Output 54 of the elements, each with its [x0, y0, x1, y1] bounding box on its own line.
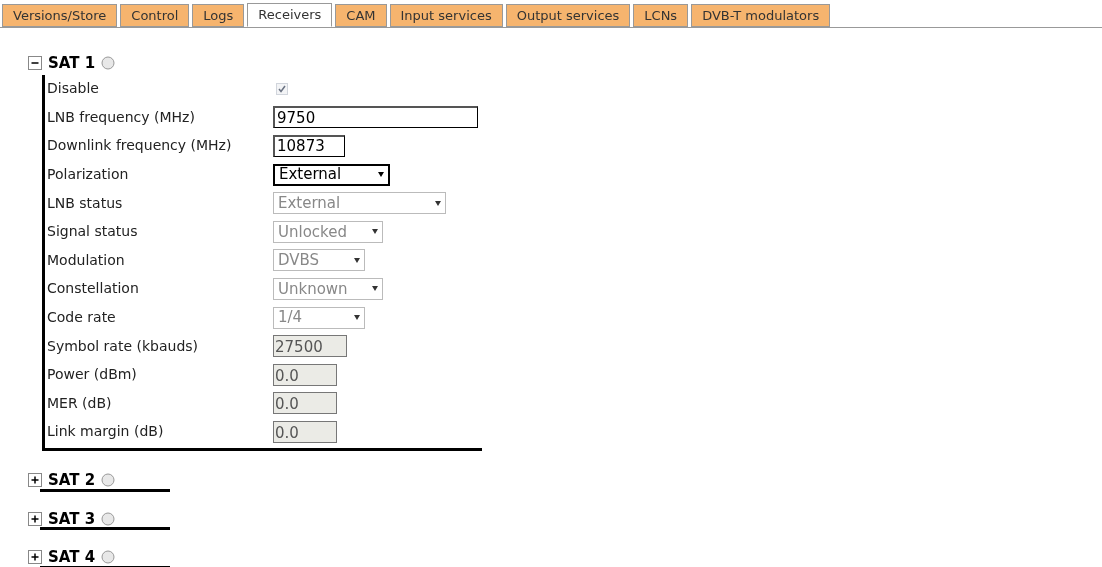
caret-icon: [372, 286, 378, 292]
dropdown[interactable]: External: [273, 163, 390, 186]
field-label: MER (dB): [47, 393, 113, 413]
expand-icon[interactable]: [28, 511, 42, 526]
field-label: Signal status: [47, 222, 139, 242]
dropdown-value: 1/4: [278, 307, 303, 329]
expand-icon[interactable]: [28, 550, 42, 565]
field-label: Downlink frequency (MHz): [47, 136, 233, 156]
dropdown-value: Unlocked: [278, 221, 347, 243]
field-label: LNB status: [47, 193, 124, 213]
caret-icon: [354, 315, 360, 321]
caret-icon: [372, 229, 378, 235]
section-title: SAT 4: [48, 547, 96, 567]
dropdown-value: External: [278, 192, 341, 214]
caret-icon: [435, 200, 441, 206]
status-circle-icon: [101, 511, 116, 526]
collapse-icon[interactable]: [28, 56, 42, 71]
tab[interactable]: Versions/Store: [2, 4, 118, 27]
status-circle-icon: [101, 56, 116, 71]
readonly-field: 27500: [273, 335, 347, 358]
checkmark-icon: [278, 84, 286, 93]
tab[interactable]: Receivers: [247, 3, 333, 27]
input-field[interactable]: 10873: [273, 135, 345, 157]
dropdown-value: External: [279, 164, 342, 186]
expand-icon[interactable]: [28, 473, 42, 488]
section-title: SAT 3: [48, 508, 96, 530]
section-title: SAT 1: [48, 53, 96, 74]
tab[interactable]: Input services: [389, 4, 503, 27]
field-label: Disable: [47, 79, 100, 99]
caret-icon: [354, 257, 360, 263]
status-circle-icon: [101, 473, 116, 488]
readonly-field: 0.0: [273, 363, 337, 386]
readonly-field: 0.0: [273, 420, 337, 443]
input-field[interactable]: 9750: [273, 106, 478, 129]
tab[interactable]: CAM: [335, 4, 387, 27]
caret-icon: [378, 172, 384, 178]
field-label: Modulation: [47, 250, 126, 270]
field-label: Polarization: [47, 165, 130, 185]
field-label: LNB frequency (MHz): [47, 107, 196, 127]
status-circle-icon: [101, 550, 116, 565]
field-label: Link margin (dB): [47, 422, 165, 442]
field-label: Code rate: [47, 308, 117, 328]
tab[interactable]: LCNs: [633, 4, 689, 27]
tab[interactable]: DVB-T modulators: [691, 4, 831, 27]
dropdown-value: DVBS: [278, 250, 320, 272]
field-label: Constellation: [47, 279, 140, 299]
tab[interactable]: Control: [120, 4, 190, 27]
tab[interactable]: Output services: [505, 4, 631, 27]
section-title: SAT 2: [48, 470, 96, 492]
readonly-field: 0.0: [273, 392, 337, 415]
field-label: Power (dBm): [47, 365, 138, 385]
dropdown-value: Unknown: [278, 278, 348, 300]
tab[interactable]: Logs: [192, 4, 245, 27]
field-label: Symbol rate (kbauds): [47, 336, 200, 356]
